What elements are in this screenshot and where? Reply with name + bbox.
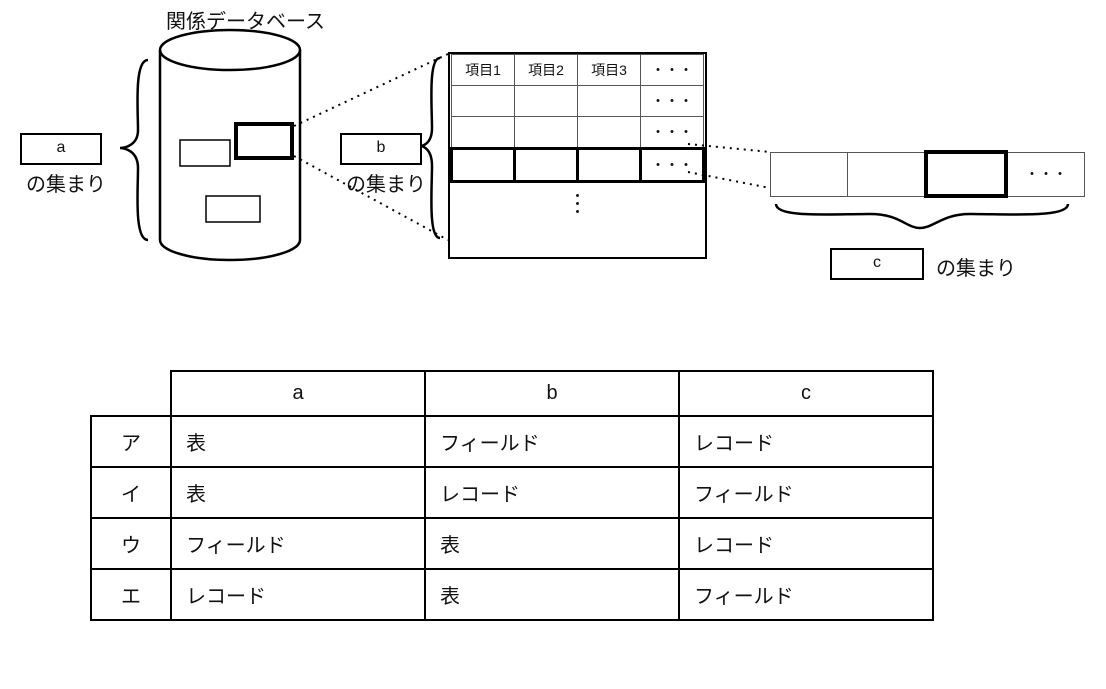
row-detail: ・・・ — [770, 150, 1085, 198]
schema-col-1: 項目1 — [452, 55, 515, 86]
row-cell-dots: ・・・ — [1006, 152, 1085, 196]
answer-key: イ — [91, 467, 171, 518]
answer-key: ウ — [91, 518, 171, 569]
answer-row: ウ フィールド 表 レコード — [91, 518, 933, 569]
answer-key: エ — [91, 569, 171, 620]
answer-head-c: c — [679, 371, 933, 416]
answer-cell: レコード — [679, 518, 933, 569]
row-cell-highlight — [926, 152, 1006, 196]
answer-cell: フィールド — [171, 518, 425, 569]
answer-table: a b c ア 表 フィールド レコード イ 表 レコード フィールド ウ フィ… — [90, 370, 934, 621]
cylinder-icon — [160, 30, 300, 260]
answer-row: エ レコード 表 フィールド — [91, 569, 933, 620]
schema-vdots-row: ・ ・ ・ — [452, 182, 704, 226]
answer-cell: レコード — [425, 467, 679, 518]
brace-b-icon — [420, 58, 440, 238]
label-box-b: b — [340, 133, 422, 165]
answer-cell: 表 — [171, 467, 425, 518]
answer-cell: フィールド — [679, 569, 933, 620]
answer-row: ア 表 フィールド レコード — [91, 416, 933, 467]
page-root: 関係データベース a の集まり b の集まり c の集まり 項目1 項目2 項目… — [0, 0, 1106, 689]
answer-cell: 表 — [425, 518, 679, 569]
schema-row-highlight: ・・・ — [452, 149, 704, 182]
label-box-c: c — [830, 248, 924, 280]
vdot: ・ — [571, 204, 585, 220]
answer-header-row: a b c — [91, 371, 933, 416]
schema-row: ・・・ — [452, 117, 704, 149]
answer-cell: フィールド — [425, 416, 679, 467]
schema-col-2: 項目2 — [515, 55, 578, 86]
answer-head-a: a — [171, 371, 425, 416]
answer-cell: フィールド — [679, 467, 933, 518]
answer-corner — [91, 371, 171, 416]
schema-grid-table: 項目1 項目2 項目3 ・・・ ・・・ ・・・ ・・・ ・ ・ ・ — [450, 54, 705, 257]
label-box-a: a — [20, 133, 102, 165]
schema-col-3: 項目3 — [578, 55, 641, 86]
answer-cell: 表 — [425, 569, 679, 620]
label-a-caption: の集まり — [26, 168, 106, 197]
dots-cell: ・・・ — [641, 86, 704, 117]
answer-key: ア — [91, 416, 171, 467]
brace-a-icon — [120, 60, 148, 240]
answer-cell: レコード — [679, 416, 933, 467]
answer-row: イ 表 レコード フィールド — [91, 467, 933, 518]
answer-head-b: b — [425, 371, 679, 416]
schema-row: ・・・ — [452, 86, 704, 117]
row-detail-table: ・・・ — [770, 150, 1085, 198]
schema-header-row: 項目1 項目2 項目3 ・・・ — [452, 55, 704, 86]
row-cell — [848, 152, 927, 196]
dots-cell: ・・・ — [641, 117, 704, 149]
schema-grid: 項目1 項目2 項目3 ・・・ ・・・ ・・・ ・・・ ・ ・ ・ — [448, 52, 707, 259]
row-detail-row: ・・・ — [771, 152, 1085, 196]
brace-c-icon — [776, 204, 1068, 228]
label-c-caption: の集まり — [936, 252, 1016, 281]
dots-cell: ・・・ — [641, 149, 704, 182]
schema-col-dots: ・・・ — [641, 55, 704, 86]
diagram-title: 関係データベース — [166, 5, 325, 34]
label-b-caption: の集まり — [346, 168, 426, 197]
row-cell — [771, 152, 848, 196]
schema-row — [452, 225, 704, 257]
db-tables-icon — [180, 124, 292, 222]
answer-cell: 表 — [171, 416, 425, 467]
answer-cell: レコード — [171, 569, 425, 620]
